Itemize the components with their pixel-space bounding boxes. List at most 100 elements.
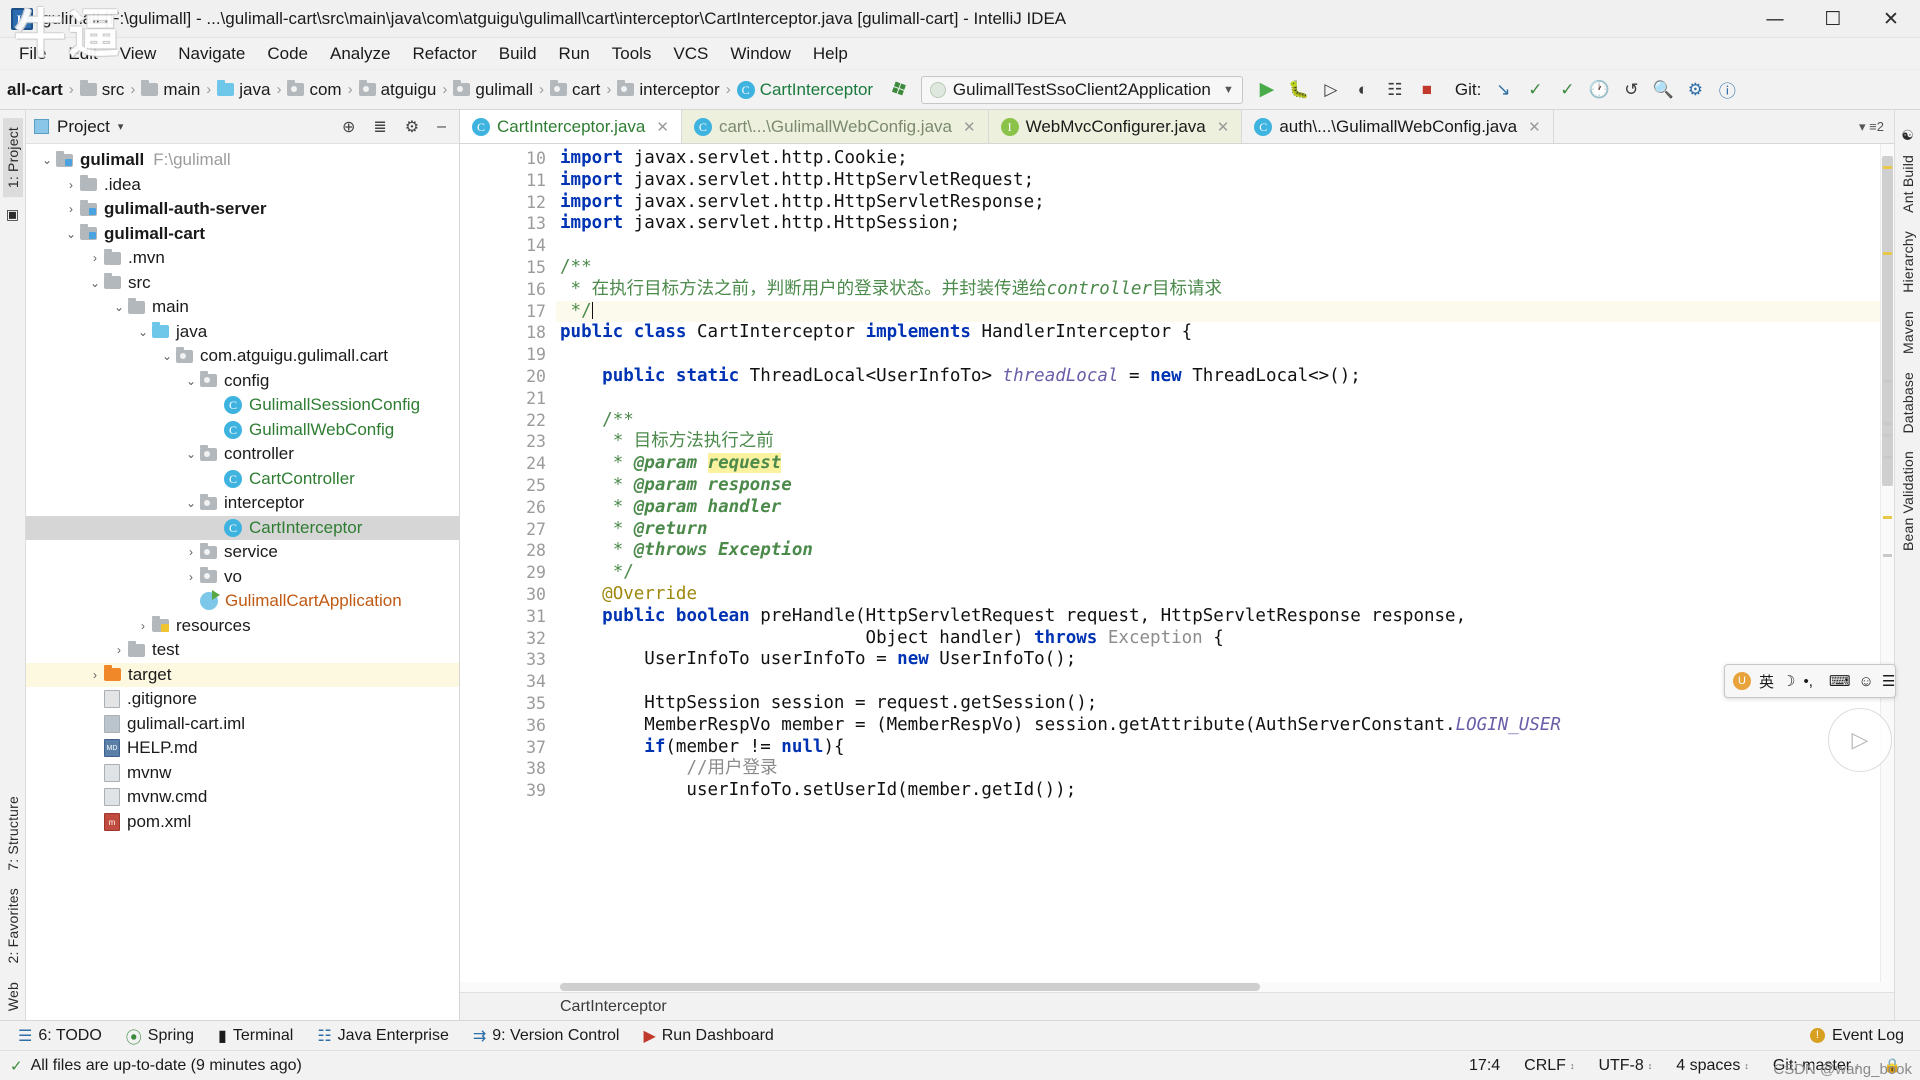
line-number[interactable]: 33 xyxy=(460,649,556,671)
editor-tabs-overflow[interactable]: ▾ ≡2 xyxy=(1859,110,1894,143)
tree-item-gulimall-auth-server[interactable]: › gulimall-auth-server xyxy=(26,197,459,222)
line-separator[interactable]: CRLF ↕ xyxy=(1515,1057,1583,1075)
tree-item-service[interactable]: › service xyxy=(26,540,459,565)
code-line[interactable] xyxy=(556,388,1894,410)
code-line[interactable] xyxy=(556,344,1894,366)
editor-tab-cartinterceptor[interactable]: C CartInterceptor.java ✕ xyxy=(460,110,682,143)
tree-item-gulimallcartapplication[interactable]: GulimallCartApplication xyxy=(26,589,459,614)
chevron-down-icon[interactable]: ⌄ xyxy=(62,227,80,241)
tree-item-gulimall-cart[interactable]: ⌄ gulimall-cart xyxy=(26,222,459,247)
ime-language-label[interactable]: 英 xyxy=(1759,671,1774,692)
collapse-all-icon[interactable]: ≣ xyxy=(368,117,391,137)
ime-moon-icon[interactable]: ☽ xyxy=(1782,672,1795,690)
indent-setting[interactable]: 4 spaces ↕ xyxy=(1667,1057,1758,1075)
chevron-right-icon[interactable]: › xyxy=(182,545,200,559)
line-number[interactable]: 19 xyxy=(460,344,556,366)
tool-window-spring[interactable]: ⦿ Spring xyxy=(116,1021,204,1051)
sidebar-tab-bean-validation[interactable]: Bean Validation xyxy=(1898,442,1918,560)
code-line[interactable]: /** xyxy=(556,410,1894,432)
chevron-down-icon[interactable]: ⌄ xyxy=(110,300,128,314)
code-line[interactable]: userInfoTo.setUserId(member.getId()); xyxy=(556,780,1894,802)
chevron-right-icon[interactable]: › xyxy=(62,178,80,192)
line-number[interactable]: 12 xyxy=(460,192,556,214)
hide-icon[interactable]: – xyxy=(432,118,451,136)
line-number[interactable]: 36 xyxy=(460,715,556,737)
line-number[interactable]: 37- xyxy=(460,737,572,759)
code-line[interactable]: UserInfoTo userInfoTo = new UserInfoTo()… xyxy=(556,649,1894,671)
menu-build[interactable]: Build xyxy=(488,40,548,68)
tree-item-cartinterceptor[interactable]: C CartInterceptor xyxy=(26,515,459,540)
tree-item-mvn[interactable]: › .mvn xyxy=(26,246,459,271)
code-line[interactable] xyxy=(556,235,1894,257)
code-line[interactable]: */ xyxy=(556,562,1894,584)
code-line[interactable]: import javax.servlet.http.HttpServletRes… xyxy=(556,192,1894,214)
chevron-right-icon[interactable]: › xyxy=(110,643,128,657)
code-line[interactable]: */ xyxy=(556,300,1894,323)
menu-code[interactable]: Code xyxy=(256,40,319,68)
line-number[interactable]: 20 xyxy=(460,366,556,388)
close-icon[interactable]: ✕ xyxy=(656,118,669,136)
editor-scrollbar[interactable] xyxy=(1880,144,1894,982)
chevron-down-icon[interactable]: ⌄ xyxy=(182,447,200,461)
tree-item-mvnw-cmd[interactable]: mvnw.cmd xyxy=(26,785,459,810)
tree-item-main[interactable]: ⌄ main xyxy=(26,295,459,320)
line-number[interactable]: 38 xyxy=(460,758,556,780)
locate-icon[interactable]: ⊕ xyxy=(337,117,360,137)
tree-item-java[interactable]: ⌄ java xyxy=(26,320,459,345)
tree-item-src[interactable]: ⌄ src xyxy=(26,271,459,296)
ime-emoji-icon[interactable]: ☺ xyxy=(1859,673,1874,690)
tree-item-com-atguigu-gulimall-cart[interactable]: ⌄ com.atguigu.gulimall.cart xyxy=(26,344,459,369)
tree-item-gulimallwebconfig[interactable]: C GulimallWebConfig xyxy=(26,418,459,443)
attach-debugger-button[interactable]: ☷ xyxy=(1379,75,1411,105)
sidebar-tab-web[interactable]: Web xyxy=(3,973,23,1020)
notifications-icon[interactable]: ☯ xyxy=(1901,127,1914,144)
code-line[interactable] xyxy=(556,671,1894,693)
close-button[interactable]: ✕ xyxy=(1862,0,1920,38)
breadcrumb-interceptor[interactable]: interceptor xyxy=(614,78,722,102)
code-line[interactable]: HttpSession session = request.getSession… xyxy=(556,693,1894,715)
tree-item-cartcontroller[interactable]: C CartController xyxy=(26,467,459,492)
chevron-right-icon[interactable]: › xyxy=(134,619,152,633)
code-line[interactable]: import javax.servlet.http.Cookie; xyxy=(556,148,1894,170)
menu-navigate[interactable]: Navigate xyxy=(167,40,256,68)
line-number[interactable]: 24 xyxy=(460,453,556,475)
tree-item-controller[interactable]: ⌄ controller xyxy=(26,442,459,467)
chevron-down-icon[interactable]: ⌄ xyxy=(38,153,56,167)
profile-button[interactable]: ◐ xyxy=(1347,75,1379,105)
tree-item-interceptor[interactable]: ⌄ interceptor xyxy=(26,491,459,516)
code-line[interactable]: if(member != null){ xyxy=(556,737,1894,759)
ime-keyboard-icon[interactable]: ⌨ xyxy=(1829,672,1851,690)
code-line[interactable]: * @throws Exception xyxy=(556,540,1894,562)
line-number[interactable]: 31◉↑@ xyxy=(460,606,616,628)
close-icon[interactable]: ✕ xyxy=(1217,118,1230,136)
sidebar-tab-project[interactable]: 1: Project xyxy=(2,118,23,198)
stop-button[interactable]: ■ xyxy=(1411,75,1443,105)
tool-window-java-enterprise[interactable]: ☷ Java Enterprise xyxy=(307,1023,459,1049)
chevron-right-icon[interactable]: › xyxy=(86,668,104,682)
tree-item-resources[interactable]: › resources xyxy=(26,614,459,639)
line-number[interactable]: 26 xyxy=(460,497,556,519)
vcs-rollback-button[interactable]: ↺ xyxy=(1615,75,1647,105)
project-files-icon[interactable]: ▣ xyxy=(6,206,19,223)
menu-refactor[interactable]: Refactor xyxy=(401,40,487,68)
menu-file[interactable]: File xyxy=(8,40,57,68)
hammer-icon[interactable]: ❖ xyxy=(886,74,914,105)
line-number[interactable]: 28 xyxy=(460,540,556,562)
code-editor[interactable]: 101112131415-16171819202122-232425262728… xyxy=(460,144,1894,982)
breadcrumb-src[interactable]: src xyxy=(77,78,128,102)
run-configuration-selector[interactable]: GulimallTestSsoClient2Application ▼ xyxy=(920,75,1243,104)
code-line[interactable]: * @param handler xyxy=(556,497,1894,519)
line-number[interactable]: 21 xyxy=(460,388,556,410)
video-play-overlay-icon[interactable]: ▷ xyxy=(1828,708,1892,772)
menu-tools[interactable]: Tools xyxy=(601,40,663,68)
code-line[interactable]: public class CartInterceptor implements … xyxy=(556,322,1894,344)
tree-item-gulimall-cart-iml[interactable]: gulimall-cart.iml xyxy=(26,712,459,737)
tool-window-terminal[interactable]: ▮ Terminal xyxy=(208,1023,303,1049)
line-number[interactable]: 34 xyxy=(460,671,556,693)
chevron-right-icon[interactable]: › xyxy=(182,570,200,584)
code-line[interactable]: * @return xyxy=(556,519,1894,541)
code-line[interactable]: public static ThreadLocal<UserInfoTo> th… xyxy=(556,366,1894,388)
line-number[interactable]: 29- xyxy=(460,562,572,584)
code-line[interactable]: * @param request xyxy=(556,453,1894,475)
ime-toolbar[interactable]: U 英 ☽ •, ⌨ ☺ ☰ xyxy=(1724,664,1896,698)
